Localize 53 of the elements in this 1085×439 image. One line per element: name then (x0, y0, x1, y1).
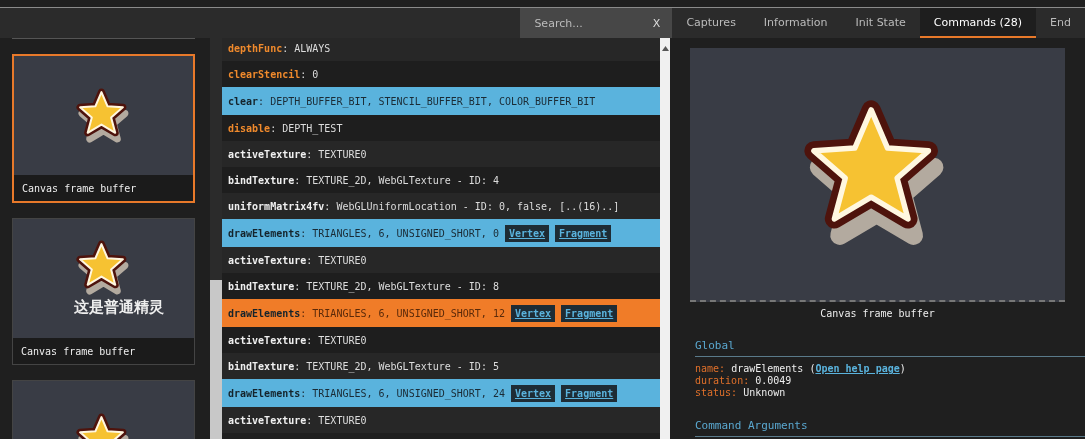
command-row[interactable]: activeTexture: TEXTURE0 (222, 141, 660, 167)
tab[interactable]: Captures (672, 8, 750, 38)
scrollbar[interactable] (660, 38, 670, 439)
command-row[interactable]: clear: DEPTH_BUFFER_BIT, STENCIL_BUFFER_BIT, COLOR_BUFFER_BIT (222, 87, 660, 115)
info-field: name: drawElements (Open help page) (695, 363, 1085, 375)
command-text: activeTexture: TEXTURE0 (228, 254, 367, 266)
command-text: disable: DEPTH_TEST (228, 122, 343, 134)
section-heading: Global (695, 339, 1085, 357)
clear-search-button[interactable]: X (652, 16, 661, 30)
shader-link[interactable]: Fragment (561, 304, 618, 322)
thumbnail-card[interactable]: 这是普通精灵 Canvas frame buffer (12, 218, 195, 365)
section-heading: Command Arguments (695, 419, 1085, 437)
thumbnail-caption: Canvas frame buffer (20, 344, 137, 359)
command-row[interactable]: bindTexture: TEXTURE_2D, WebGLTexture - ID: 5 (222, 353, 660, 379)
command-text: activeTexture: TEXTURE0 (228, 414, 367, 426)
command-row[interactable]: drawElements: TRIANGLES, 6, UNSIGNED_SHORT, 12 Vertex Fragment (222, 299, 660, 327)
command-row[interactable]: uniformMatrix4fv: WebGLUniformLocation - ID: 0, false, [..(16)..] (222, 193, 660, 219)
command-text: activeTexture: TEXTURE0 (228, 148, 367, 160)
command-text: drawElements: TRIANGLES, 6, UNSIGNED_SHORT, 0 (228, 227, 499, 239)
shader-link[interactable]: Vertex (510, 304, 556, 322)
command-text: uniformMatrix4fv: WebGLUniformLocation - ID: 0, false, [..(16)..] (228, 200, 620, 212)
shader-link[interactable]: Vertex (504, 224, 550, 242)
info-field: duration: 0.0049 (695, 375, 1085, 387)
tab[interactable]: Information (749, 8, 842, 38)
command-row[interactable]: depthFunc: ALWAYS (222, 38, 660, 61)
info-field: status: Unknown (695, 387, 1085, 399)
command-text: depthFunc: ALWAYS (228, 42, 331, 54)
command-text: clearStencil: 0 (228, 68, 319, 80)
command-text: bindTexture: TEXTURE_2D, WebGLTexture - ID: 5 (228, 360, 499, 372)
tab[interactable]: Commands (28) (919, 8, 1037, 38)
command-text: activeTexture: TEXTURE0 (228, 334, 367, 346)
shader-link[interactable]: Fragment (561, 384, 618, 402)
shader-link[interactable]: Vertex (510, 384, 556, 402)
command-row[interactable]: drawElements: TRIANGLES, 6, UNSIGNED_SHORT, 24 Vertex Fragment (222, 379, 660, 407)
search-field[interactable]: Search... X (520, 8, 673, 38)
thumbnail-caption: Canvas frame buffer (21, 181, 138, 196)
sprite-label: 这是普通精灵 (73, 298, 164, 317)
scrollbar[interactable] (210, 38, 222, 439)
command-row[interactable]: activeTexture: TEXTURE0 (222, 247, 660, 273)
scroll-up-icon[interactable] (661, 46, 669, 51)
command-text: drawElements: TRIANGLES, 6, UNSIGNED_SHORT, 12 (228, 307, 505, 319)
command-text: bindTexture: TEXTURE_2D, WebGLTexture - ID: 8 (228, 280, 499, 292)
command-text: drawElements: TRIANGLES, 6, UNSIGNED_SHORT, 24 (228, 387, 505, 399)
help-link[interactable]: Open help page (815, 363, 900, 374)
tab[interactable]: End (1036, 8, 1085, 38)
preview-caption: Canvas frame buffer (819, 308, 936, 319)
tab[interactable]: Init State (841, 8, 920, 38)
command-text: clear: DEPTH_BUFFER_BIT, STENCIL_BUFFER_BIT, COLOR_BUFFER_BIT (228, 95, 596, 107)
command-row[interactable]: drawElements: TRIANGLES, 6, UNSIGNED_SHORT, 0 Vertex Fragment (222, 219, 660, 247)
thumbnail-card[interactable]: Canvas frame buffer (12, 54, 195, 203)
command-row[interactable]: activeTexture: TEXTURE0 (222, 407, 660, 433)
command-text: bindTexture: TEXTURE_2D, WebGLTexture - ID: 4 (228, 174, 499, 186)
shader-link[interactable]: Fragment (555, 224, 612, 242)
